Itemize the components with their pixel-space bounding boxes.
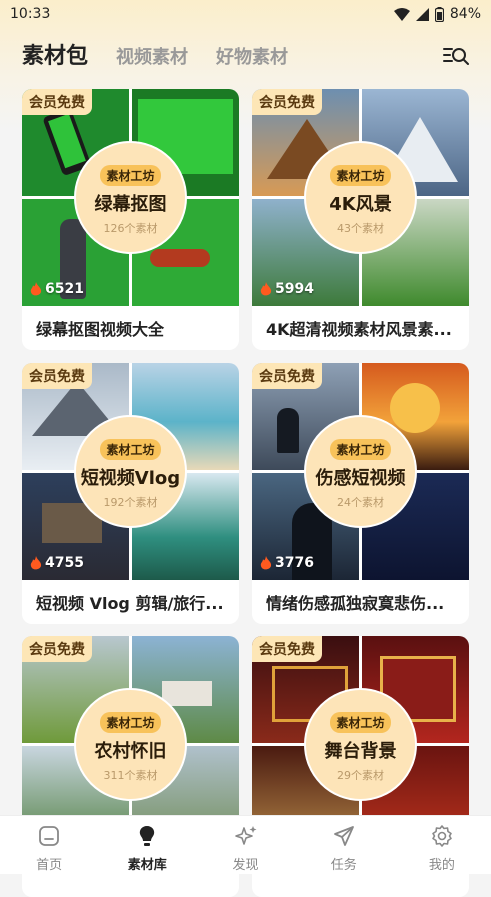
hot-value: 3776 — [275, 555, 314, 571]
hot-value: 5994 — [275, 281, 314, 297]
home-icon — [39, 826, 59, 846]
studio-tag: 素材工坊 — [100, 439, 161, 460]
wifi-icon — [393, 7, 410, 21]
tab-video-material[interactable]: 视频素材 — [116, 43, 188, 69]
member-free-badge: 会员免费 — [252, 636, 322, 662]
nav-item-discover[interactable]: 发现 — [196, 816, 294, 874]
status-bar: 10:33 84% — [0, 0, 491, 28]
card-thumbnail: 会员免费 素材工坊 4K风景 43个素材 5994 — [252, 89, 469, 306]
pack-label-circle: 素材工坊 绿幕抠图 126个素材 — [74, 141, 187, 254]
material-card[interactable]: 会员免费 素材工坊 伤感短视频 24个素材 3776 情绪伤感孤独寂寞悲伤... — [252, 363, 469, 624]
member-free-badge: 会员免费 — [22, 89, 92, 115]
flame-icon — [260, 281, 272, 295]
pack-label-circle: 素材工坊 短视频Vlog 192个素材 — [74, 415, 187, 528]
pack-label-circle: 素材工坊 农村怀旧 311个素材 — [74, 688, 187, 801]
pack-name: 农村怀旧 — [94, 741, 167, 762]
nav-label: 首页 — [36, 858, 63, 873]
card-title: 绿幕抠图视频大全 — [36, 320, 165, 339]
hot-count: 3776 — [260, 555, 314, 571]
gear-icon — [432, 825, 452, 847]
hot-count: 4755 — [30, 555, 84, 571]
sparkle-icon — [234, 826, 256, 845]
pack-name: 舞台背景 — [324, 741, 397, 762]
tab-material-pack[interactable]: 素材包 — [22, 38, 89, 70]
nav-item-library[interactable]: 素材库 — [98, 816, 196, 874]
pack-count: 24个素材 — [337, 496, 384, 509]
nav-item-tasks[interactable]: 任务 — [295, 816, 393, 874]
flame-icon — [260, 555, 272, 569]
studio-tag: 素材工坊 — [100, 712, 161, 733]
bottom-navigation: 首页 素材库 发现 任务 我的 — [0, 815, 491, 874]
material-card[interactable]: 会员免费 素材工坊 绿幕抠图 126个素材 6521 绿幕抠图视频大全 — [22, 89, 239, 350]
card-title: 4K超清视频素材风景素... — [266, 320, 452, 339]
pack-label-circle: 素材工坊 伤感短视频 24个素材 — [304, 415, 417, 528]
hot-count: 6521 — [30, 281, 84, 297]
card-thumbnail: 会员免费 素材工坊 伤感短视频 24个素材 3776 — [252, 363, 469, 580]
battery-percent: 84% — [449, 6, 481, 22]
tab-label: 素材包 — [22, 44, 89, 69]
card-title: 短视频 Vlog 剪辑/旅行... — [36, 594, 224, 613]
tab-goods-material[interactable]: 好物素材 — [216, 43, 288, 69]
status-time: 10:33 — [10, 6, 51, 22]
pack-name: 短视频Vlog — [80, 468, 181, 489]
material-card[interactable]: 会员免费 素材工坊 短视频Vlog 192个素材 4755 短视频 Vlog 剪… — [22, 363, 239, 624]
card-title: 情绪伤感孤独寂寞悲伤... — [266, 594, 445, 613]
flame-icon — [30, 281, 42, 295]
pack-count: 311个素材 — [103, 769, 158, 782]
member-free-badge: 会员免费 — [252, 363, 322, 389]
member-free-badge: 会员免费 — [252, 89, 322, 115]
pack-label-circle: 素材工坊 4K风景 43个素材 — [304, 141, 417, 254]
material-card[interactable]: 会员免费 素材工坊 4K风景 43个素材 5994 4K超清视频素材风景素... — [252, 89, 469, 350]
flame-icon — [30, 555, 42, 569]
hot-count: 5994 — [260, 281, 314, 297]
status-icons: 84% — [393, 6, 481, 22]
bulb-icon — [140, 826, 155, 846]
nav-label: 任务 — [330, 858, 357, 873]
member-free-badge: 会员免费 — [22, 636, 92, 662]
nav-label: 发现 — [232, 858, 259, 873]
hot-value: 4755 — [45, 555, 84, 571]
send-icon — [333, 826, 354, 846]
battery-icon — [434, 6, 444, 22]
pack-name: 伤感短视频 — [315, 468, 406, 489]
studio-tag: 素材工坊 — [330, 165, 391, 186]
pack-count: 126个素材 — [103, 222, 158, 235]
nav-label: 我的 — [428, 858, 455, 873]
studio-tag: 素材工坊 — [100, 165, 161, 186]
member-free-badge: 会员免费 — [22, 363, 92, 389]
hot-value: 6521 — [45, 281, 84, 297]
pack-count: 43个素材 — [337, 222, 384, 235]
nav-item-home[interactable]: 首页 — [0, 816, 98, 874]
card-thumbnail: 会员免费 素材工坊 短视频Vlog 192个素材 4755 — [22, 363, 239, 580]
pack-name: 4K风景 — [329, 194, 392, 215]
card-thumbnail: 会员免费 素材工坊 绿幕抠图 126个素材 6521 — [22, 89, 239, 306]
search-list-icon[interactable] — [443, 44, 469, 68]
studio-tag: 素材工坊 — [330, 439, 391, 460]
nav-item-profile[interactable]: 我的 — [393, 816, 491, 874]
top-tab-bar: 素材包 视频素材 好物素材 — [0, 34, 491, 78]
signal-icon — [415, 7, 429, 21]
pack-count: 192个素材 — [103, 496, 158, 509]
nav-label: 素材库 — [127, 858, 167, 873]
pack-label-circle: 素材工坊 舞台背景 29个素材 — [304, 688, 417, 801]
studio-tag: 素材工坊 — [330, 712, 391, 733]
pack-name: 绿幕抠图 — [94, 194, 167, 215]
pack-count: 29个素材 — [337, 769, 384, 782]
